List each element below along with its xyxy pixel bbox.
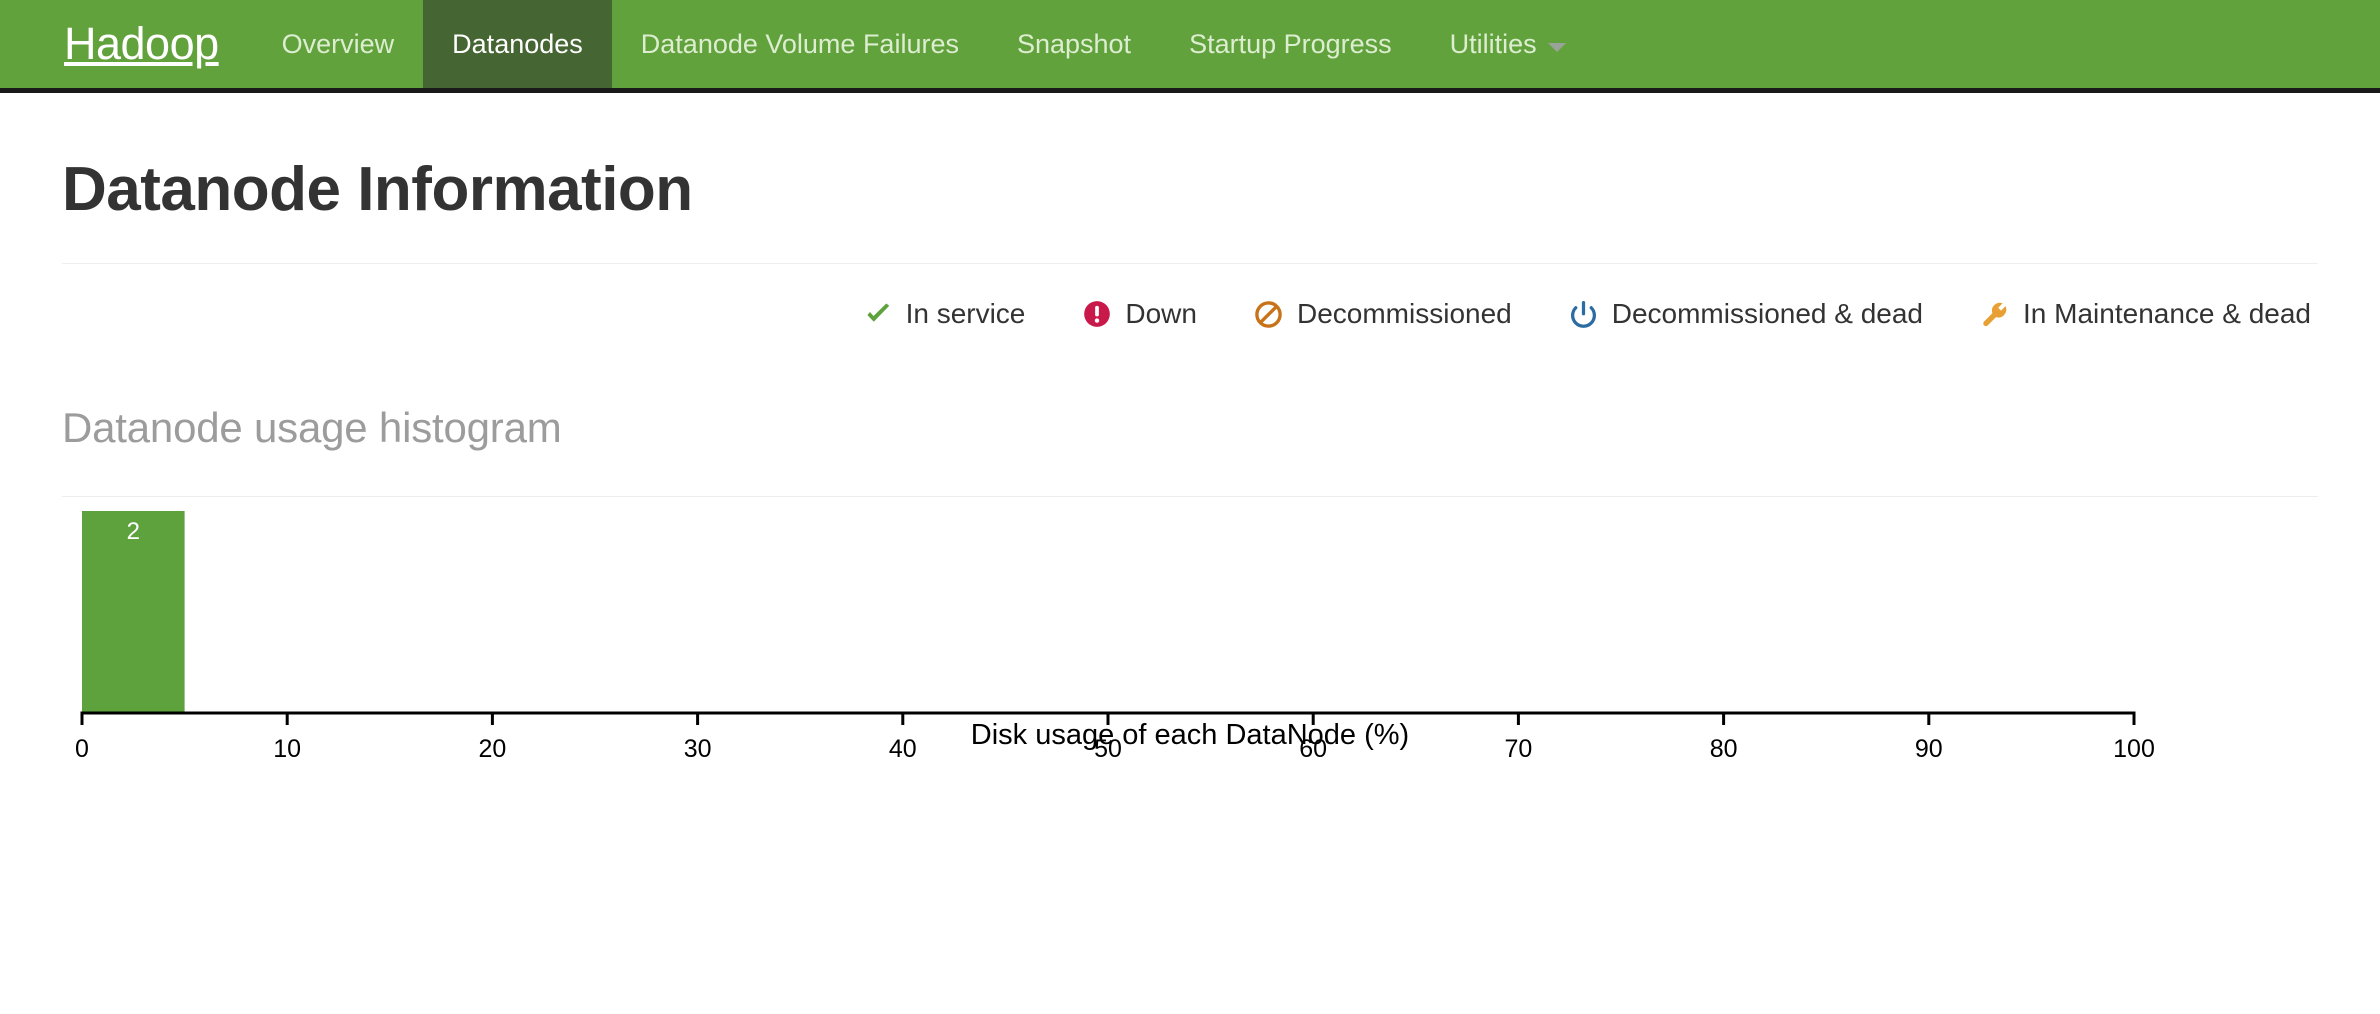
nav-item-label: Snapshot [1016,28,1132,59]
legend-label: Decommissioned [1296,298,1512,330]
main-content: Datanode Information In service Down Dec… [0,155,2380,797]
nav-item-utilities[interactable]: Utilities [1421,0,1595,88]
legend-label: Down [1125,298,1197,330]
x-axis-tick-label: 70 [1504,735,1532,757]
page-title: Datanode Information [62,155,693,224]
x-axis-tick-label: 100 [2113,735,2155,757]
top-navigation-bar: Hadoop Overview Datanodes Datanode Volum… [0,0,2380,93]
histogram-panel-title: Datanode usage histogram [62,404,562,452]
nav-item-label: Overview [281,28,395,59]
datanode-status-legend: In service Down Decommissioned Decommiss… [62,264,2318,330]
x-axis-tick-label: 60 [1299,735,1327,757]
nav-item-list: Overview Datanodes Datanode Volume Failu… [253,0,1595,88]
legend-item-in-maintenance-and-dead: In Maintenance & dead [1979,298,2311,330]
legend-item-in-service: In service [862,298,1026,330]
x-axis-tick-label: 50 [1094,735,1122,757]
histogram-bar-value: 2 [127,518,140,545]
x-axis-tick-label: 40 [889,735,917,757]
nav-item-label: Utilities [1449,28,1537,59]
histogram-svg: 20 10 20 30 40 50 60 70 80 90 100 [75,511,2155,757]
x-axis-tick-label: 80 [1710,735,1738,757]
legend-label: In service [905,298,1026,330]
legend-label: Decommissioned & dead [1611,298,1924,330]
check-icon [862,298,894,330]
legend-item-down: Down [1081,298,1197,330]
brand-link[interactable]: Hadoop [42,0,253,88]
alert-circle-icon [1081,298,1113,330]
legend-label: In Maintenance & dead [2023,298,2311,330]
nav-item-datanodes[interactable]: Datanodes [423,0,612,88]
legend-item-decommissioned-and-dead: Decommissioned & dead [1568,298,1923,330]
x-axis-tick-label: 20 [478,735,506,757]
chevron-down-icon [1547,42,1566,52]
nav-item-snapshot[interactable]: Snapshot [988,0,1160,88]
wrench-icon [1979,298,2011,330]
legend-item-decommissioned: Decommissioned [1253,298,1512,330]
x-axis-tick-label: 10 [273,735,301,757]
x-axis-tick-label: 30 [684,735,712,757]
datanode-usage-histogram-chart: 2 0 10 20 30 40 50 60 70 80 90 100 Disk usage of ea… [62,497,2318,797]
nav-item-overview[interactable]: Overview [253,0,424,88]
nav-item-label: Startup Progress [1189,28,1392,59]
nav-item-label: Datanode Volume Failures [640,28,959,59]
power-icon [1568,298,1600,330]
ban-circle-icon [1253,298,1285,330]
x-axis-tick-label: 90 [1915,735,1943,757]
nav-item-startup-progress[interactable]: Startup Progress [1160,0,1421,88]
x-axis-tick-label: 0 [75,735,89,757]
nav-item-datanode-volume-failures[interactable]: Datanode Volume Failures [612,0,988,88]
nav-item-label: Datanodes [452,28,583,59]
